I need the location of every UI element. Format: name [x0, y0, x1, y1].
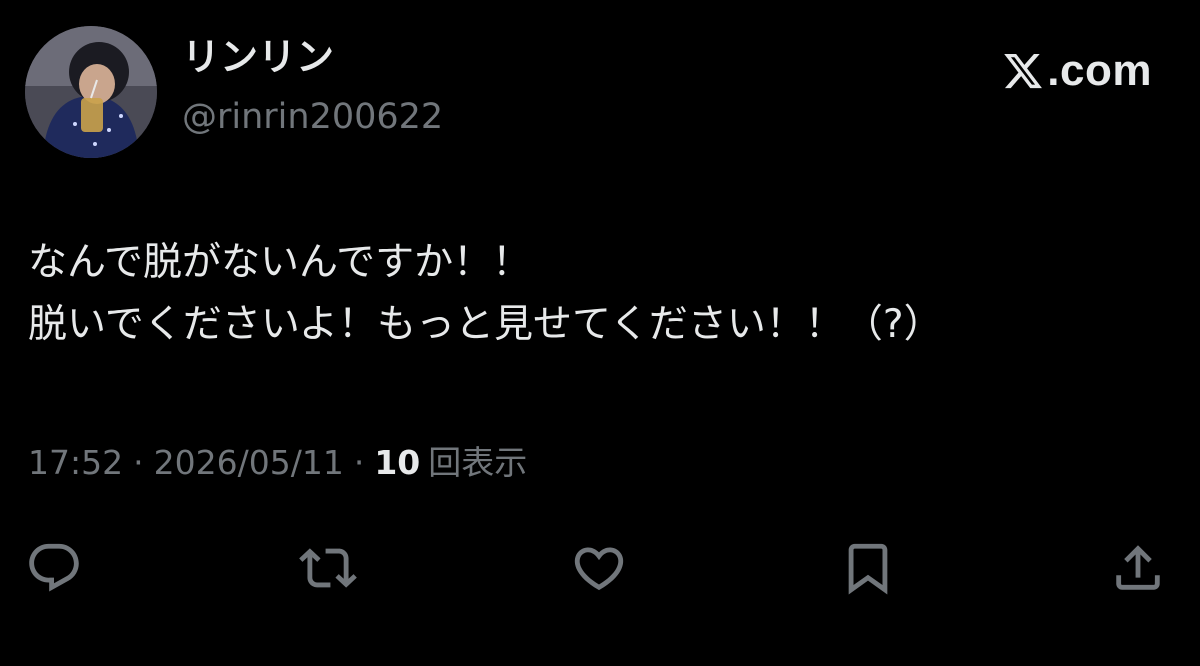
site-badge: .com — [1001, 46, 1152, 96]
tweet-text: なんで脱がないんですか！！ 脱いでくださいよ！もっと見せてください！！（?） — [28, 232, 1178, 356]
tweet-line: なんで脱がないんですか！！ — [28, 240, 532, 285]
avatar[interactable] — [25, 26, 157, 158]
like-icon — [574, 547, 624, 591]
share-icon — [1116, 545, 1160, 590]
user-handle[interactable]: @rinrin200622 — [182, 100, 443, 135]
retweet-icon — [299, 548, 357, 588]
share-button[interactable] — [1106, 536, 1170, 600]
retweet-button[interactable] — [296, 536, 360, 600]
reply-icon — [29, 543, 79, 592]
views-label: 回表示 — [428, 443, 528, 482]
x-logo-icon — [1004, 53, 1043, 89]
tweet-line: 脱いでくださいよ！もっと見せてください！！（?） — [28, 302, 943, 347]
meta-separator: · — [353, 443, 365, 482]
action-bar — [0, 536, 1200, 600]
tweet-meta: 17:52 · 2026/05/11 · 10 回表示 — [28, 446, 527, 479]
site-domain: .com — [1047, 46, 1152, 95]
tweet-time[interactable]: 17:52 — [28, 446, 123, 479]
bookmark-icon — [848, 543, 888, 595]
bookmark-button[interactable] — [836, 536, 900, 600]
views-count: 10 — [374, 443, 421, 482]
tweet-date[interactable]: 2026/05/11 — [154, 446, 344, 479]
display-name[interactable]: リンリン — [182, 38, 334, 76]
meta-separator: · — [133, 443, 144, 482]
like-button[interactable] — [567, 536, 631, 600]
reply-button[interactable] — [22, 536, 86, 600]
